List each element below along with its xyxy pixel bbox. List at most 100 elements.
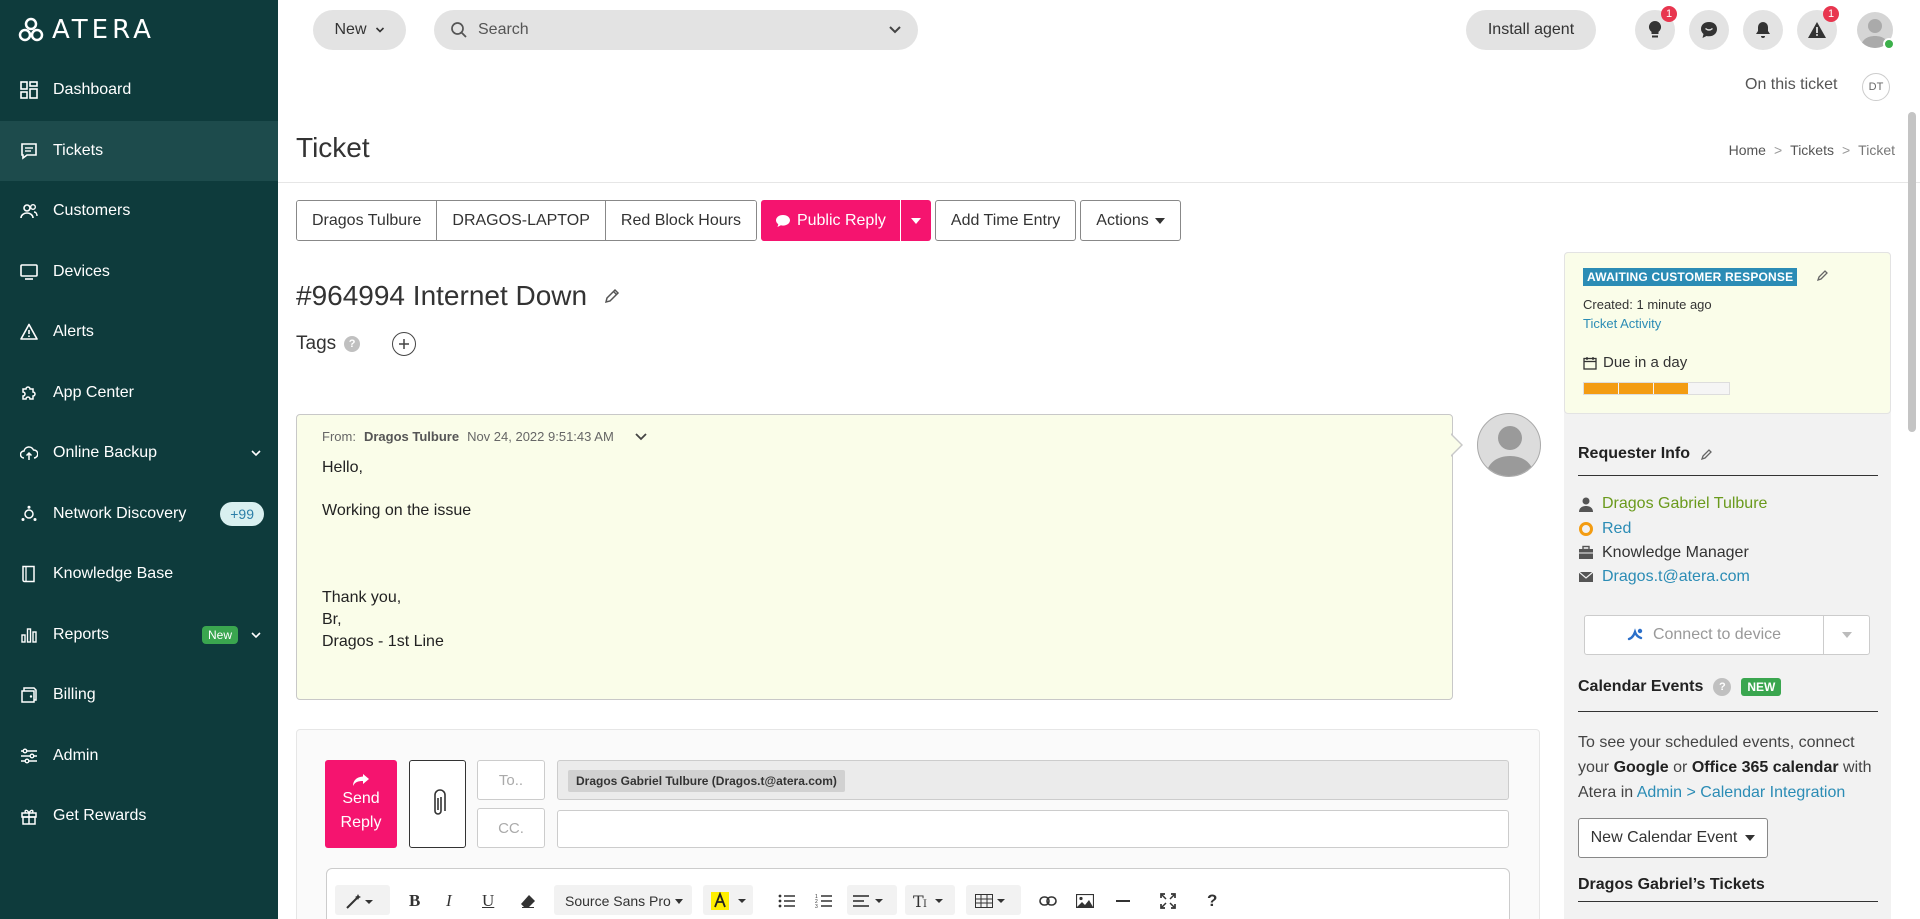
new-button-label: New [334, 21, 367, 38]
help-icon[interactable]: ? [1713, 678, 1732, 696]
customers-icon [20, 202, 38, 220]
recipient-chip[interactable]: Dragos Gabriel Tulbure (Dragos.t@atera.c… [568, 770, 845, 792]
sidebar-item-alerts[interactable]: Alerts [0, 302, 278, 363]
edit-pencil-icon[interactable] [1816, 268, 1830, 282]
to-recipients-field[interactable]: Dragos Gabriel Tulbure (Dragos.t@atera.c… [557, 760, 1509, 800]
new-calendar-event-button[interactable]: New Calendar Event [1578, 818, 1768, 858]
requester-email-link[interactable]: Dragos.t@atera.com [1602, 568, 1750, 586]
alerts-button[interactable]: 1 [1797, 6, 1839, 50]
sidebar-item-customers[interactable]: Customers [0, 181, 278, 242]
status-badge[interactable]: AWAITING CUSTOMER RESPONSE [1583, 268, 1798, 286]
chevron-down-icon[interactable] [250, 447, 262, 459]
section-divider [1578, 475, 1878, 476]
connect-options-dropdown[interactable] [1824, 616, 1869, 654]
search-bar[interactable] [434, 10, 918, 50]
breadcrumb-tickets[interactable]: Tickets [1790, 142, 1834, 158]
fullscreen-icon[interactable] [1160, 891, 1176, 911]
bold-icon[interactable]: B [409, 891, 420, 911]
link-icon[interactable] [1039, 891, 1057, 911]
font-family-select[interactable]: Source Sans Pro [565, 891, 683, 911]
search-input[interactable] [478, 21, 878, 39]
svg-text:I: I [923, 899, 927, 909]
sidebar-item-app-center[interactable]: App Center [0, 363, 278, 424]
italic-icon[interactable]: I [446, 891, 452, 911]
public-reply-button[interactable]: Public Reply [760, 200, 900, 241]
sidebar-item-dashboard[interactable]: Dashboard [0, 60, 278, 121]
requester-customer-link[interactable]: Red [1602, 520, 1631, 538]
sidebar-item-knowledge-base[interactable]: Knowledge Base [0, 544, 278, 605]
lightbulb-button[interactable]: 1 [1635, 6, 1677, 50]
requester-customer-row: Red [1578, 520, 1631, 538]
section-divider [1578, 901, 1878, 902]
message-body: Hello, Working on the issue Thank you, B… [322, 457, 471, 653]
highlight-color-icon[interactable] [711, 891, 749, 911]
add-tag-icon[interactable] [392, 332, 417, 356]
image-icon[interactable] [1076, 891, 1094, 911]
notifications-button[interactable] [1743, 10, 1783, 50]
cc-field[interactable] [557, 810, 1509, 848]
atera-logo[interactable]: ATERA [18, 15, 155, 45]
help-button[interactable]: ? [1207, 891, 1217, 911]
envelope-icon [1578, 571, 1594, 582]
actions-button[interactable]: Actions [1080, 200, 1181, 241]
chevron-down-icon[interactable] [634, 432, 648, 442]
calendar-integration-link[interactable]: Admin > Calendar Integration [1637, 784, 1846, 801]
help-icon[interactable]: ? [344, 336, 361, 352]
sidebar-item-reports[interactable]: Reports New [0, 605, 278, 666]
alert-icon [20, 323, 38, 341]
tags-label: Tags [296, 333, 337, 354]
new-button[interactable]: New [313, 10, 406, 50]
eraser-icon[interactable] [520, 891, 536, 911]
chevron-down-icon[interactable] [250, 629, 262, 641]
scrollbar[interactable] [1908, 112, 1916, 432]
cloud-backup-icon [20, 444, 38, 462]
reply-options-dropdown[interactable] [899, 200, 931, 241]
underline-icon[interactable]: U [482, 891, 494, 911]
send-reply-button[interactable]: Send Reply [325, 760, 397, 848]
sidebar-item-online-backup[interactable]: Online Backup [0, 423, 278, 484]
chevron-down-icon[interactable] [888, 24, 902, 36]
edit-pencil-icon[interactable] [1700, 447, 1714, 461]
device-button[interactable]: DRAGOS-LAPTOP [437, 201, 606, 240]
add-time-entry-button[interactable]: Add Time Entry [934, 200, 1077, 241]
numbered-list-icon[interactable]: 123 [815, 891, 833, 911]
breadcrumb-home[interactable]: Home [1729, 142, 1766, 158]
font-family-label: Source Sans Pro [565, 893, 671, 909]
from-label: From: [322, 429, 356, 444]
sidebar-item-billing[interactable]: Billing [0, 665, 278, 726]
sidebar-item-label: Online Backup [53, 444, 158, 462]
message-bubble: From: Dragos Tulbure Nov 24, 2022 9:51:4… [296, 414, 1453, 700]
due-progress-segment [1654, 383, 1688, 394]
caret-down-icon [1841, 632, 1852, 638]
to-button[interactable]: To.. [477, 760, 545, 800]
sidebar-item-label: Knowledge Base [53, 565, 174, 583]
public-reply-label: Public Reply [796, 211, 886, 229]
sidebar-item-devices[interactable]: Devices [0, 242, 278, 303]
sidebar-item-get-rewards[interactable]: Get Rewards [0, 786, 278, 847]
remote-connect-icon [1627, 628, 1643, 641]
attach-button[interactable] [409, 760, 466, 848]
requester-info-heading: Requester Info [1578, 445, 1714, 463]
requester-name-link[interactable]: Dragos Gabriel Tulbure [1602, 495, 1767, 513]
ticket-activity-link[interactable]: Ticket Activity [1583, 316, 1661, 331]
sidebar-item-network-discovery[interactable]: Network Discovery +99 [0, 484, 278, 545]
hours-button[interactable]: Red Block Hours [605, 201, 756, 240]
chat-button[interactable] [1689, 10, 1729, 50]
sidebar-item-tickets[interactable]: Tickets [0, 120, 278, 181]
align-icon[interactable] [853, 891, 885, 911]
text-size-icon[interactable]: TI [913, 891, 945, 911]
install-agent-button[interactable]: Install agent [1466, 10, 1596, 50]
calendar-description: To see your scheduled events, connect yo… [1578, 730, 1888, 805]
cc-button[interactable]: CC. [477, 808, 545, 848]
magic-wand-icon[interactable] [345, 891, 375, 911]
horizontal-rule-icon[interactable] [1116, 891, 1130, 911]
customer-button[interactable]: Dragos Tulbure [297, 201, 438, 240]
sliders-icon [20, 747, 38, 765]
sidebar-item-admin[interactable]: Admin [0, 726, 278, 787]
connect-to-device-button[interactable]: Connect to device [1585, 616, 1824, 654]
sidebar-item-label: Reports [53, 625, 110, 643]
bullet-list-icon[interactable] [778, 891, 796, 911]
edit-pencil-icon[interactable] [603, 287, 621, 305]
table-icon[interactable] [975, 891, 1007, 911]
viewer-avatar[interactable]: DT [1862, 73, 1890, 101]
